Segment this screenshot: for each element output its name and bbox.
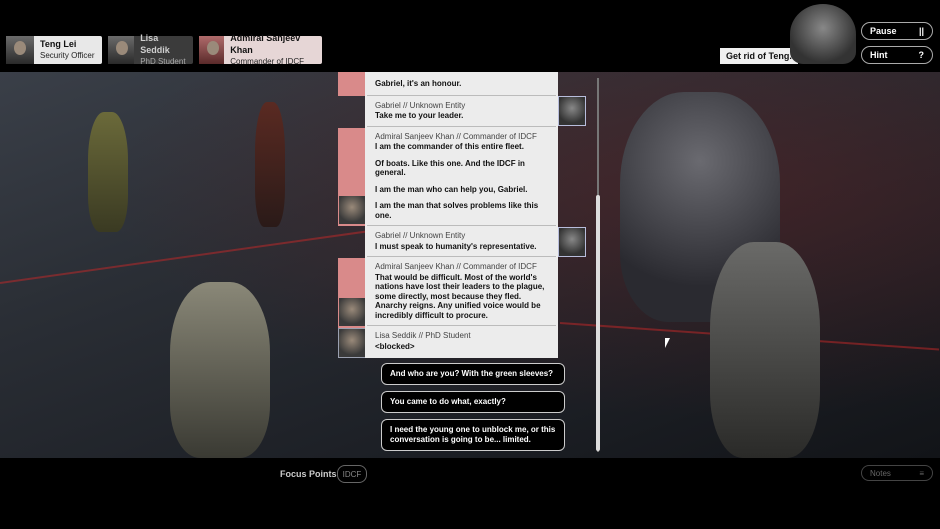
dialog-line: I am the commander of this entire fleet. bbox=[375, 142, 524, 151]
dialog-line: <blocked> bbox=[375, 341, 415, 351]
dialog-speaker: Gabriel // Unknown Entity bbox=[375, 231, 466, 240]
dialog-line: I am the man who can help you, Gabriel. bbox=[375, 184, 528, 194]
character-name: Teng Lei bbox=[40, 39, 77, 49]
speaker-strip bbox=[338, 72, 366, 96]
character-card-teng[interactable]: Teng Lei Security Officer bbox=[6, 36, 102, 64]
crew-figure bbox=[255, 102, 285, 227]
dialog-speaker: Admiral Sanjeev Khan // Commander of IDC… bbox=[375, 131, 537, 141]
pause-icon: || bbox=[918, 26, 924, 36]
dialog-line: Take me to your leader. bbox=[375, 111, 464, 120]
character-name: Lisa Seddik bbox=[140, 33, 170, 55]
character-role: Commander of IDCF bbox=[230, 57, 305, 66]
crew-figure bbox=[88, 112, 128, 232]
dialog-line: I am the man that solves problems like t… bbox=[375, 201, 539, 220]
lisa-portrait-icon bbox=[339, 329, 365, 357]
dialog-choice-1[interactable]: And who are you? With the green sleeves? bbox=[381, 363, 565, 385]
character-name: Admiral Sanjeev Khan bbox=[230, 33, 301, 55]
dialog-entry: Gabriel // Unknown Entity I must speak t… bbox=[367, 226, 556, 257]
dialog-entry: Admiral Sanjeev Khan // Commander of IDC… bbox=[367, 127, 556, 226]
notes-label: Notes bbox=[870, 468, 891, 478]
mouse-cursor-icon bbox=[665, 338, 670, 348]
focus-points-label: Focus Points bbox=[280, 469, 337, 479]
dialog-speaker: Admiral Sanjeev Khan // Commander of IDC… bbox=[375, 262, 537, 271]
gabriel-portrait-icon bbox=[559, 228, 585, 256]
dialog-line: Of boats. Like this one. And the IDCF in… bbox=[375, 158, 525, 178]
character-card-lisa[interactable]: Lisa Seddik PhD Student bbox=[108, 33, 193, 66]
pause-label: Pause bbox=[870, 26, 897, 36]
dialog-speaker: Lisa Seddik // PhD Student bbox=[375, 331, 471, 340]
dialog-entry: Gabriel // Unknown Entity Take me to you… bbox=[367, 96, 556, 127]
hint-icon: ? bbox=[918, 50, 925, 60]
khan-portrait-icon bbox=[339, 298, 365, 326]
dialog-entry: Gabriel, it's an honour. bbox=[367, 72, 556, 96]
dialog-entry: Lisa Seddik // PhD Student <blocked> bbox=[367, 326, 556, 356]
focus-point-chip[interactable]: IDCF bbox=[337, 465, 367, 483]
dialog-log[interactable]: Gabriel, it's an honour. Gabriel // Unkn… bbox=[365, 72, 558, 358]
dialog-scrollbar-thumb[interactable] bbox=[596, 195, 600, 451]
hint-label: Hint bbox=[870, 50, 888, 60]
pause-button[interactable]: Pause || bbox=[861, 22, 933, 40]
dialog-line: That would be difficult. Most of the wor… bbox=[375, 272, 545, 320]
dialog-choice-2[interactable]: You came to do what, exactly? bbox=[381, 391, 565, 413]
character-role: PhD Student bbox=[140, 57, 186, 66]
dialog-choice-3[interactable]: I need the young one to unblock me, or t… bbox=[381, 419, 565, 451]
hint-button[interactable]: Hint ? bbox=[861, 46, 933, 64]
dialog-line: Gabriel, it's an honour. bbox=[375, 79, 462, 88]
gabriel-avatar-icon bbox=[790, 4, 856, 64]
portrait-icon bbox=[108, 36, 135, 64]
crew-figure bbox=[170, 282, 270, 458]
portrait-icon bbox=[6, 36, 34, 64]
khan-portrait-icon bbox=[339, 196, 365, 224]
crew-figure bbox=[710, 242, 820, 458]
character-card-khan[interactable]: Admiral Sanjeev Khan Commander of IDCF bbox=[199, 33, 322, 66]
dialog-speaker: Gabriel // Unknown Entity bbox=[375, 100, 466, 110]
notes-button[interactable]: Notes ≡ bbox=[861, 465, 933, 481]
notes-icon: ≡ bbox=[919, 468, 924, 478]
gabriel-portrait-icon bbox=[559, 97, 585, 125]
dialog-line: I must speak to humanity's representativ… bbox=[375, 241, 537, 251]
portrait-icon bbox=[199, 36, 225, 64]
objective-label: Get rid of Teng. bbox=[720, 48, 798, 64]
dialog-entry: Admiral Sanjeev Khan // Commander of IDC… bbox=[367, 257, 556, 326]
bottom-bar bbox=[0, 458, 940, 529]
character-role: Security Officer bbox=[40, 51, 95, 60]
